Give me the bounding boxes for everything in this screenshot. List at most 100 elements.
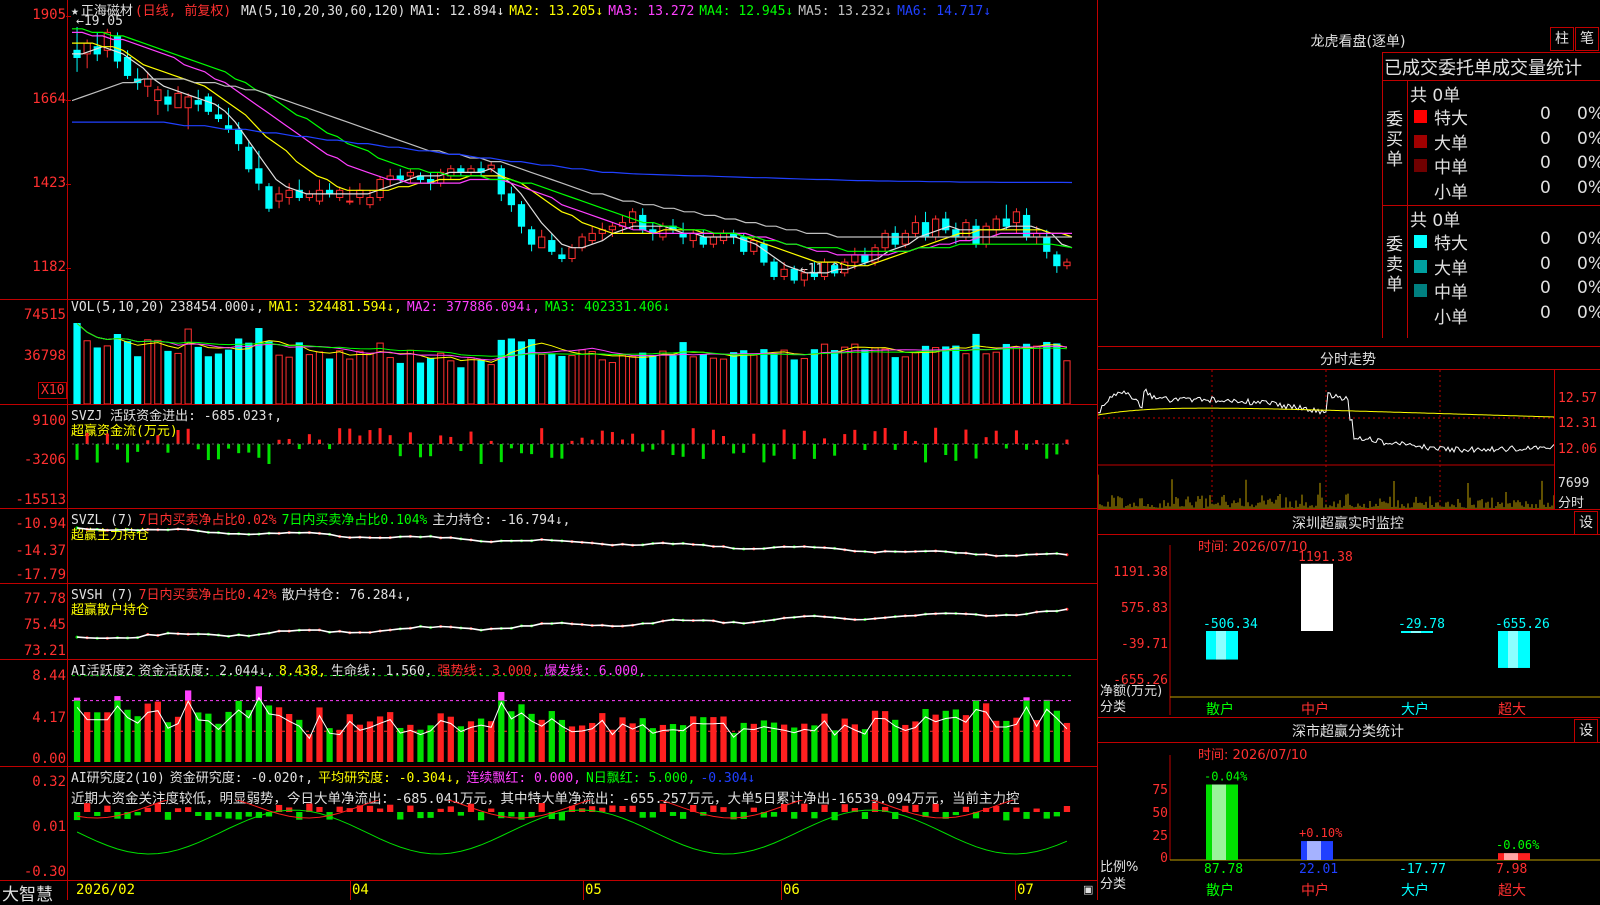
volume-bar bbox=[589, 352, 595, 404]
volume-bar bbox=[801, 359, 807, 404]
research-bar bbox=[316, 807, 322, 812]
ai-research-axis-1: 0.01 bbox=[0, 819, 66, 835]
flow-bar bbox=[641, 444, 644, 452]
volume-bar bbox=[730, 353, 736, 404]
chart-area[interactable]: ★正海磁材(日线, 前复权) MA(5,10,20,30,60,120)MA1:… bbox=[0, 0, 1097, 900]
candle bbox=[276, 187, 282, 209]
volume-bar bbox=[720, 359, 726, 404]
flow-bar bbox=[500, 444, 503, 462]
research-bar bbox=[94, 812, 100, 816]
research-bar bbox=[104, 806, 110, 812]
research-bar bbox=[215, 812, 221, 817]
bar-value-label: 7.98 bbox=[1496, 862, 1527, 877]
volume-bar bbox=[599, 360, 605, 404]
candle bbox=[74, 27, 80, 72]
ma6-line bbox=[72, 122, 1072, 182]
main-position-chart[interactable] bbox=[72, 524, 1096, 582]
bar-mode-button[interactable]: 柱 bbox=[1550, 27, 1574, 51]
svzl-axis-2: -17.79 bbox=[0, 567, 66, 583]
fund-flow-chart[interactable] bbox=[72, 418, 1096, 506]
active-bar-top bbox=[498, 692, 504, 701]
timeline-label-2: 05 bbox=[585, 882, 602, 898]
research-bar bbox=[1003, 812, 1009, 820]
research-bar bbox=[801, 804, 807, 812]
research-bar bbox=[488, 809, 494, 812]
svsh-axis-0: 77.78 bbox=[0, 591, 66, 607]
candle bbox=[922, 212, 928, 241]
ai-active-axis-0: 8.44 bbox=[0, 668, 66, 684]
research-bar bbox=[741, 812, 747, 819]
volume-bar bbox=[933, 348, 939, 404]
flow-bar bbox=[419, 444, 422, 457]
research-bar bbox=[518, 812, 524, 820]
volume-bar bbox=[579, 350, 585, 404]
volume-bar bbox=[286, 357, 292, 404]
candle bbox=[326, 183, 332, 197]
pen-mode-button[interactable]: 笔 bbox=[1575, 27, 1599, 51]
ai-research-legend-item-1: 资金研究度: -0.020↑, bbox=[170, 771, 313, 786]
volume-bar bbox=[84, 341, 90, 404]
flow-bar bbox=[964, 430, 967, 444]
sell-color-2 bbox=[1414, 284, 1427, 297]
research-bar bbox=[933, 804, 939, 812]
tab-volume-stats[interactable]: 成交量统计 bbox=[1492, 58, 1582, 79]
candle bbox=[528, 226, 534, 251]
research-bar bbox=[478, 812, 484, 820]
vol-legend-item-3: MA2: 377886.094↓, bbox=[407, 300, 540, 315]
ai-research-chart[interactable] bbox=[72, 800, 1096, 880]
flow-bar bbox=[197, 444, 200, 449]
flow-bar bbox=[389, 435, 392, 444]
bar-value-label: -655.26 bbox=[1495, 617, 1550, 632]
candle bbox=[84, 40, 90, 69]
svzj-axis-0: 9100 bbox=[0, 413, 66, 429]
flow-bar bbox=[540, 428, 543, 444]
flow-bar bbox=[550, 444, 553, 458]
ai-active-axis-2: 0.00 bbox=[0, 751, 66, 767]
research-bar bbox=[629, 806, 635, 812]
flow-bar bbox=[156, 435, 159, 444]
tab-orders[interactable]: 委托单 bbox=[1438, 58, 1492, 79]
candle bbox=[135, 68, 141, 90]
intraday-chart[interactable] bbox=[1098, 370, 1554, 510]
volume-bar bbox=[741, 351, 747, 404]
volume-chart[interactable] bbox=[72, 318, 1096, 404]
period-tag[interactable]: (日线, 前复权) bbox=[135, 4, 231, 19]
sell-row-count: 0 bbox=[1540, 229, 1551, 253]
retail-position-chart[interactable] bbox=[72, 600, 1096, 658]
ai-research-axis-0: 0.32 bbox=[0, 774, 66, 790]
flow-bar bbox=[237, 444, 240, 453]
volume-bar bbox=[306, 355, 312, 404]
flow-bar bbox=[379, 428, 382, 444]
sz-class-chart[interactable]: -0.04%87.78散户+0.10%22.01中户-17.77大户-0.06%… bbox=[1098, 755, 1600, 900]
ai-research-legend-item-2: 平均研究度: -0.304↓, bbox=[318, 771, 461, 786]
lock-icon[interactable]: ▣ bbox=[1083, 883, 1093, 896]
flow-bar bbox=[86, 433, 89, 444]
sz-class-settings-button[interactable]: 设 bbox=[1574, 719, 1598, 743]
research-bar bbox=[791, 812, 797, 819]
research-bar bbox=[1054, 812, 1060, 816]
flow-bar bbox=[904, 431, 907, 444]
candle bbox=[155, 86, 161, 115]
candlestick-chart[interactable] bbox=[72, 18, 1096, 298]
flow-bar bbox=[177, 430, 180, 444]
ai-active-chart[interactable] bbox=[72, 674, 1096, 766]
timeline-label-4: 07 bbox=[1017, 882, 1034, 898]
sell-row-pct: 0% bbox=[1577, 278, 1600, 302]
tab-filled[interactable]: 已成交 bbox=[1384, 58, 1438, 79]
sell-orders-label: 委卖单 bbox=[1386, 235, 1406, 295]
volume-bar bbox=[276, 355, 282, 404]
buy-row-pct: 0% bbox=[1577, 153, 1600, 177]
candle bbox=[508, 187, 514, 212]
sz-monitor-chart[interactable]: -506.34散户1191.38中户-29.78大户-655.26超大 bbox=[1098, 545, 1600, 715]
candle bbox=[1064, 259, 1070, 270]
sz-monitor-settings-button[interactable]: 设 bbox=[1574, 511, 1598, 535]
volume-bar bbox=[650, 355, 656, 404]
flow-bar bbox=[762, 444, 765, 462]
volume-bar bbox=[316, 352, 322, 404]
volume-bar bbox=[468, 358, 474, 404]
vol-legend-item-0: VOL(5,10,20) bbox=[71, 300, 165, 315]
ai-research-legend-item-3: 连续飘红: 0.000, bbox=[466, 771, 581, 786]
candle bbox=[468, 165, 474, 176]
volume-bar bbox=[205, 357, 211, 404]
volume-bar bbox=[700, 355, 706, 404]
